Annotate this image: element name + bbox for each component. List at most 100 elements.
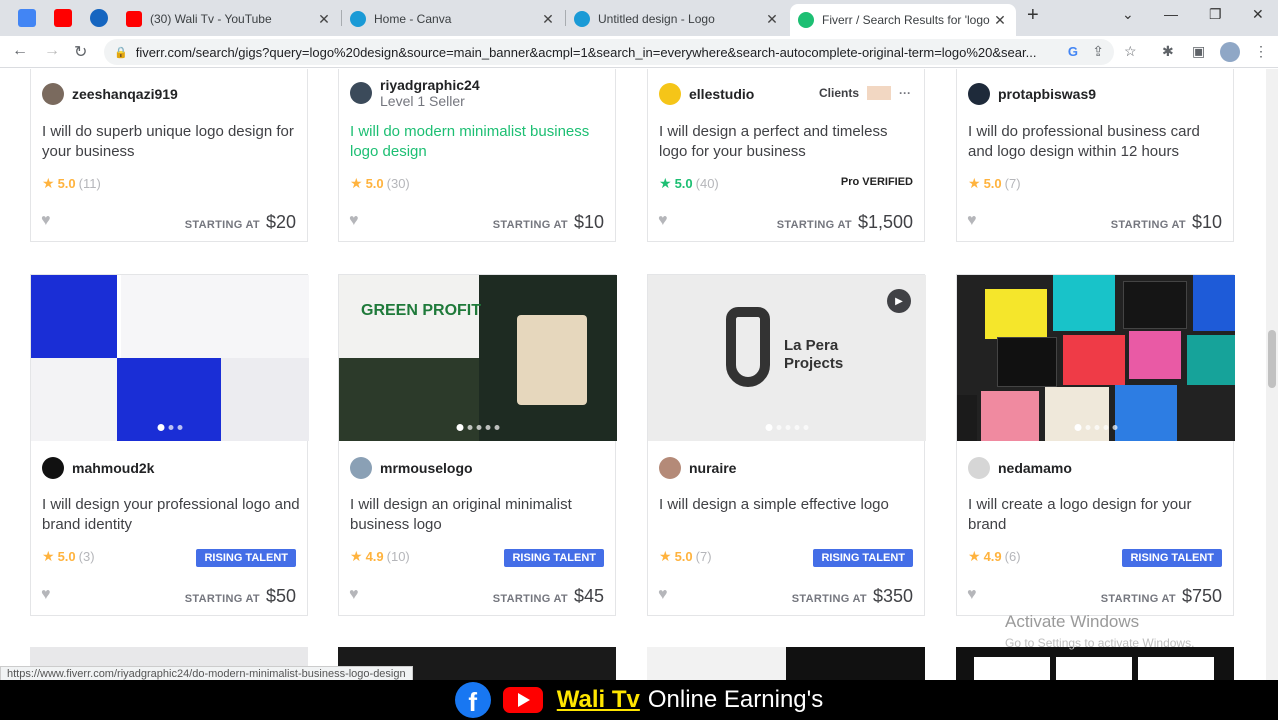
- seller-info[interactable]: protapbiswas9: [968, 83, 1096, 105]
- share-icon[interactable]: ⇪: [1092, 43, 1104, 60]
- sidepanel-icon[interactable]: ▣: [1192, 43, 1205, 60]
- gig-card[interactable]: La Pera Projects ▶ nuraire I will design…: [647, 274, 926, 616]
- gig-card[interactable]: protapbiswas9 I will do professional bus…: [956, 69, 1234, 242]
- close-tab-icon[interactable]: ✕: [540, 11, 556, 28]
- gig-thumbnail[interactable]: [956, 647, 1234, 680]
- new-tab-button[interactable]: +: [1027, 4, 1039, 27]
- gig-card[interactable]: ellestudio Clients ··· I will design a p…: [647, 69, 925, 242]
- activate-windows-subtitle: Go to Settings to activate Windows.: [1005, 636, 1195, 650]
- close-tab-icon[interactable]: ✕: [764, 11, 780, 28]
- gig-title[interactable]: I will create a logo design for your bra…: [968, 495, 1226, 535]
- price: STARTING AT $10: [1111, 212, 1222, 233]
- pinned-tab-media-icon[interactable]: [90, 9, 108, 27]
- channel-tagline: Online Earning's: [647, 686, 824, 713]
- gig-title[interactable]: I will do modern minimalist business log…: [350, 122, 608, 162]
- extensions-icon[interactable]: ✱: [1162, 43, 1174, 60]
- heart-icon[interactable]: ♥: [658, 586, 668, 604]
- gig-card[interactable]: zeeshanqazi919 I will do superb unique l…: [30, 69, 308, 242]
- avatar: [42, 83, 64, 105]
- close-tab-icon[interactable]: ✕: [316, 11, 332, 28]
- tab-search-chevron-icon[interactable]: ⌄: [1122, 6, 1134, 23]
- seller-name[interactable]: riyadgraphic24: [380, 77, 480, 93]
- heart-icon[interactable]: ♥: [967, 212, 977, 230]
- carousel-dots[interactable]: [1074, 424, 1118, 431]
- seller-name[interactable]: ellestudio: [689, 86, 754, 102]
- seller-name[interactable]: nuraire: [689, 460, 736, 476]
- scrollbar-thumb[interactable]: [1268, 330, 1276, 388]
- google-lens-icon[interactable]: G: [1068, 44, 1078, 59]
- rating: ★ 5.0 (40): [659, 175, 719, 192]
- facebook-icon: f: [454, 682, 491, 718]
- price-value: $750: [1181, 586, 1222, 606]
- seller-info[interactable]: zeeshanqazi919: [42, 83, 178, 105]
- seller-info[interactable]: mahmoud2k: [42, 457, 154, 479]
- reload-icon[interactable]: ↻: [74, 42, 87, 62]
- clients-section[interactable]: Clients ···: [819, 86, 911, 100]
- gig-title[interactable]: I will do professional business card and…: [968, 122, 1226, 162]
- price: STARTING AT $45: [493, 586, 604, 607]
- heart-icon[interactable]: ♥: [967, 586, 977, 604]
- forward-arrow-icon[interactable]: →: [44, 42, 60, 60]
- gig-card[interactable]: GREEN PROFIT mrmouselogo I will design a…: [338, 274, 617, 616]
- gig-thumbnail[interactable]: [786, 647, 925, 680]
- tab-canva-home[interactable]: Home - Canva ✕: [342, 6, 564, 32]
- gig-thumbnail[interactable]: [647, 647, 786, 680]
- seller-info[interactable]: riyadgraphic24 Level 1 Seller: [350, 77, 480, 109]
- profile-avatar[interactable]: [1220, 42, 1240, 62]
- gig-title[interactable]: I will design a perfect and timeless log…: [659, 122, 917, 162]
- pinned-tab-calendar-icon[interactable]: [18, 9, 36, 27]
- price-value: $20: [265, 212, 296, 232]
- gig-card[interactable]: riyadgraphic24 Level 1 Seller I will do …: [338, 69, 616, 242]
- seller-name[interactable]: zeeshanqazi919: [72, 86, 178, 102]
- tab-youtube[interactable]: (30) Wali Tv - YouTube ✕: [118, 6, 340, 32]
- tab-fiverr[interactable]: Fiverr / Search Results for 'logo d ✕: [790, 4, 1016, 36]
- avatar: [659, 83, 681, 105]
- seller-info[interactable]: mrmouselogo: [350, 457, 473, 479]
- seller-name[interactable]: protapbiswas9: [998, 86, 1096, 102]
- gig-thumbnail[interactable]: [957, 275, 1235, 441]
- close-window-icon[interactable]: ✕: [1252, 6, 1264, 23]
- carousel-dots[interactable]: [765, 424, 809, 431]
- more-dots-icon[interactable]: ···: [899, 86, 911, 100]
- starting-at-label: STARTING AT: [492, 593, 568, 605]
- close-tab-icon[interactable]: ✕: [992, 12, 1008, 29]
- restore-icon[interactable]: ❐: [1209, 6, 1222, 23]
- channel-name: Wali Tv: [556, 686, 640, 713]
- seller-name[interactable]: mrmouselogo: [380, 460, 473, 476]
- gig-title[interactable]: I will design an original minimalist bus…: [350, 495, 608, 535]
- pinned-tab-youtube-icon[interactable]: [54, 9, 72, 27]
- gig-title[interactable]: I will design your professional logo and…: [42, 495, 300, 535]
- seller-name[interactable]: nedamamo: [998, 460, 1072, 476]
- url-bar[interactable]: 🔒 fiverr.com/search/gigs?query=logo%20de…: [104, 39, 1114, 65]
- back-arrow-icon[interactable]: ←: [12, 42, 28, 60]
- gig-thumbnail[interactable]: [31, 275, 309, 441]
- starting-at-label: STARTING AT: [1100, 593, 1176, 605]
- gig-thumbnail[interactable]: La Pera Projects ▶: [648, 275, 926, 441]
- gig-card[interactable]: mahmoud2k I will design your professiona…: [30, 274, 309, 616]
- play-video-icon[interactable]: ▶: [887, 289, 911, 313]
- seller-name[interactable]: mahmoud2k: [72, 460, 154, 476]
- heart-icon[interactable]: ♥: [41, 586, 51, 604]
- rating: ★ 5.0 (7): [968, 175, 1021, 192]
- rising-talent-badge: RISING TALENT: [196, 549, 296, 567]
- heart-icon[interactable]: ♥: [41, 212, 51, 230]
- gig-card[interactable]: nedamamo I will create a logo design for…: [956, 274, 1235, 616]
- minimize-icon[interactable]: —: [1164, 6, 1178, 22]
- heart-icon[interactable]: ♥: [349, 212, 359, 230]
- tab-canva-logo[interactable]: Untitled design - Logo ✕: [566, 6, 788, 32]
- heart-icon[interactable]: ♥: [658, 212, 668, 230]
- seller-info[interactable]: ellestudio: [659, 83, 754, 105]
- rating-count: (7): [1004, 176, 1021, 191]
- menu-dots-icon[interactable]: ⋮: [1254, 43, 1268, 60]
- carousel-dots[interactable]: [157, 424, 183, 431]
- seller-info[interactable]: nuraire: [659, 457, 736, 479]
- rating: ★ 5.0 (30): [350, 175, 410, 192]
- heart-icon[interactable]: ♥: [349, 586, 359, 604]
- gig-thumbnail[interactable]: GREEN PROFIT: [339, 275, 617, 441]
- carousel-dots[interactable]: [456, 424, 500, 431]
- gig-title[interactable]: I will do superb unique logo design for …: [42, 122, 300, 162]
- seller-info[interactable]: nedamamo: [968, 457, 1072, 479]
- youtube-icon: [502, 687, 543, 713]
- bookmark-star-icon[interactable]: ☆: [1124, 43, 1137, 60]
- gig-title[interactable]: I will design a simple effective logo: [659, 495, 917, 515]
